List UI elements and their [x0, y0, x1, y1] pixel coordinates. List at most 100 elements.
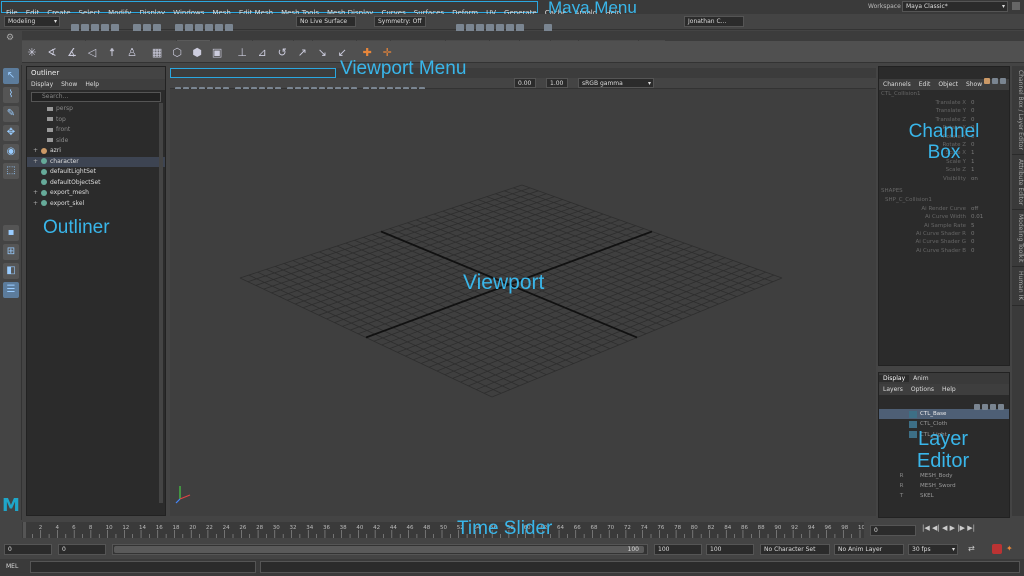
layer-color-swatch[interactable] [909, 410, 917, 418]
channel-attribute-row[interactable]: Translate X 0 [879, 99, 1009, 107]
time-slider[interactable]: 2 4 6 8 10 12 14 16 18 20 22 24 26 28 30 32 34 36 38 40 42 44… [22, 522, 869, 538]
new-layer-selected-icon[interactable] [998, 404, 1004, 410]
hik-character-icon[interactable]: ☨ [106, 47, 118, 59]
range-slider[interactable]: 100 [112, 544, 648, 555]
range-end-field[interactable]: 100 [654, 544, 702, 555]
layer-display-type[interactable]: T [897, 491, 906, 501]
bind-skin-icon[interactable]: ▦ [151, 47, 163, 59]
range-slider-handle[interactable] [114, 546, 644, 553]
symmetry-field[interactable]: Symmetry: Off [374, 16, 426, 27]
channel-attribute-row[interactable]: Ai Curve Width 0.01 [879, 213, 1009, 221]
layer-row[interactable]: R MESH_Sword [879, 481, 1009, 491]
channel-box-toggle-icon[interactable] [984, 78, 990, 84]
start-time-field[interactable]: 0 [4, 544, 52, 555]
channel-attribute-value[interactable]: 0 [971, 230, 975, 238]
time-slider-playhead[interactable] [23, 522, 26, 538]
channel-attribute-value[interactable]: 5 [971, 222, 975, 230]
outliner-menu-show[interactable]: Show [57, 81, 81, 88]
layer-editor-tab-anim[interactable]: Anim [909, 375, 932, 382]
quick-rig-icon[interactable]: ♙ [126, 47, 138, 59]
channel-attribute-value[interactable]: 0 [971, 247, 975, 255]
exposure-field[interactable]: 0.00 [514, 78, 536, 88]
go-to-end-icon[interactable]: ▶| [967, 524, 975, 532]
channel-attribute-row[interactable]: Ai Curve Shader B 0 [879, 247, 1009, 255]
outliner-item[interactable]: persp [27, 104, 165, 115]
command-input[interactable] [30, 561, 256, 573]
channel-attribute-row[interactable]: Scale Z 1 [879, 166, 1009, 174]
outliner-layout-icon[interactable]: ☰ [3, 282, 19, 298]
outliner-item[interactable]: defaultObjectSet [27, 178, 165, 189]
tool-settings-toggle-icon[interactable] [1000, 78, 1006, 84]
scale-tool-icon[interactable]: ⬚ [3, 163, 19, 179]
expand-icon[interactable]: + [33, 188, 39, 199]
layer-color-swatch[interactable] [909, 420, 917, 428]
move-layer-up-icon[interactable] [974, 404, 980, 410]
layer-display-type[interactable]: R [897, 471, 906, 481]
auto-key-icon[interactable] [992, 544, 1002, 554]
cluster-icon[interactable]: ⬢ [191, 47, 203, 59]
side-tab-human-ik[interactable]: Human IK [1012, 267, 1024, 306]
single-perspective-icon[interactable]: ▪ [3, 225, 19, 241]
expand-icon[interactable]: + [33, 146, 39, 157]
character-set-select[interactable]: No Character Set [760, 544, 830, 555]
gear-icon[interactable]: ⚙ [6, 33, 16, 43]
channel-attribute-row[interactable]: Ai Sample Rate 5 [879, 222, 1009, 230]
side-tab-attribute-editor[interactable]: Attribute Editor [1012, 155, 1024, 211]
end-time-field[interactable]: 100 [706, 544, 754, 555]
channel-attribute-value[interactable]: 0 [971, 238, 975, 246]
channel-attribute-value[interactable]: 0 [971, 107, 975, 115]
color-space-select[interactable]: sRGB gamma ▾ [578, 78, 654, 88]
anim-layer-select[interactable]: No Anim Layer [834, 544, 904, 555]
persp-outliner-icon[interactable]: ◧ [3, 263, 19, 279]
layer-row[interactable]: CTL_Base [879, 409, 1009, 420]
gamma-field[interactable]: 1.00 [546, 78, 568, 88]
layer-display-type[interactable]: R [897, 481, 906, 491]
aim-constraint-icon[interactable]: ⊿ [256, 47, 268, 59]
user-account-select[interactable]: Jonathan C... [684, 16, 744, 27]
window-restore-icon[interactable] [1012, 2, 1020, 10]
layer-row[interactable]: R MESH_Body [879, 471, 1009, 481]
lasso-tool-icon[interactable]: ⌇ [3, 87, 19, 103]
outliner-search-input[interactable]: Search... [31, 92, 161, 102]
current-frame-field[interactable]: 0 [870, 525, 916, 536]
channel-attribute-row[interactable]: Ai Curve Shader G 0 [879, 238, 1009, 246]
live-surface-field[interactable]: No Live Surface [296, 16, 356, 27]
layer-color-swatch[interactable] [909, 493, 917, 500]
workspace-select[interactable]: Maya Classic* ▾ [902, 1, 1008, 12]
step-forward-icon[interactable]: |▶ [957, 524, 965, 532]
joint-tool-icon[interactable]: ✳ [26, 47, 38, 59]
channel-box-menu-channels[interactable]: Channels [879, 81, 915, 88]
play-forward-icon[interactable]: ▶ [950, 524, 955, 532]
ik-handle-icon[interactable]: ∢ [46, 47, 58, 59]
go-to-start-icon[interactable]: |◀ [922, 524, 930, 532]
orient-constraint-icon[interactable]: ↺ [276, 47, 288, 59]
viewport[interactable] [170, 89, 876, 516]
point-constraint-icon[interactable]: ⊥ [236, 47, 248, 59]
outliner-item[interactable]: front [27, 125, 165, 136]
move-layer-down-icon[interactable] [982, 404, 988, 410]
channel-attribute-row[interactable]: Visibility on [879, 175, 1009, 183]
select-tool-icon[interactable]: ↖ [3, 68, 19, 84]
rotate-tool-icon[interactable]: ◉ [3, 144, 19, 160]
layer-editor-menu-help[interactable]: Help [938, 386, 960, 393]
layer-row[interactable]: T SKEL [879, 491, 1009, 501]
outliner-item[interactable]: + character [27, 156, 165, 167]
channel-attribute-value[interactable]: 1 [971, 166, 975, 174]
move-tool-icon[interactable]: ✥ [3, 125, 19, 141]
layer-color-swatch[interactable] [909, 472, 917, 479]
outliner-item[interactable]: + azri [27, 146, 165, 157]
side-tab-channel-box-layer-editor[interactable]: Channel Box / Layer Editor [1012, 66, 1024, 155]
four-view-icon[interactable]: ⊞ [3, 244, 19, 260]
range-start-field[interactable]: 0 [58, 544, 106, 555]
play-backward-icon[interactable]: ◀ [942, 524, 947, 532]
outliner-item[interactable]: defaultLightSet [27, 167, 165, 178]
mirror-joint-icon[interactable]: ◁ [86, 47, 98, 59]
outliner-item[interactable]: top [27, 115, 165, 126]
channel-box-menu-object[interactable]: Object [934, 81, 962, 88]
paint-weights-icon[interactable]: ⬡ [171, 47, 183, 59]
outliner-menu-help[interactable]: Help [81, 81, 103, 88]
channel-box-menu-edit[interactable]: Edit [915, 81, 935, 88]
outliner-item[interactable]: + export_mesh [27, 188, 165, 199]
fps-select[interactable]: 30 fps ▾ [908, 544, 958, 555]
channel-attribute-row[interactable]: Ai Curve Shader R 0 [879, 230, 1009, 238]
